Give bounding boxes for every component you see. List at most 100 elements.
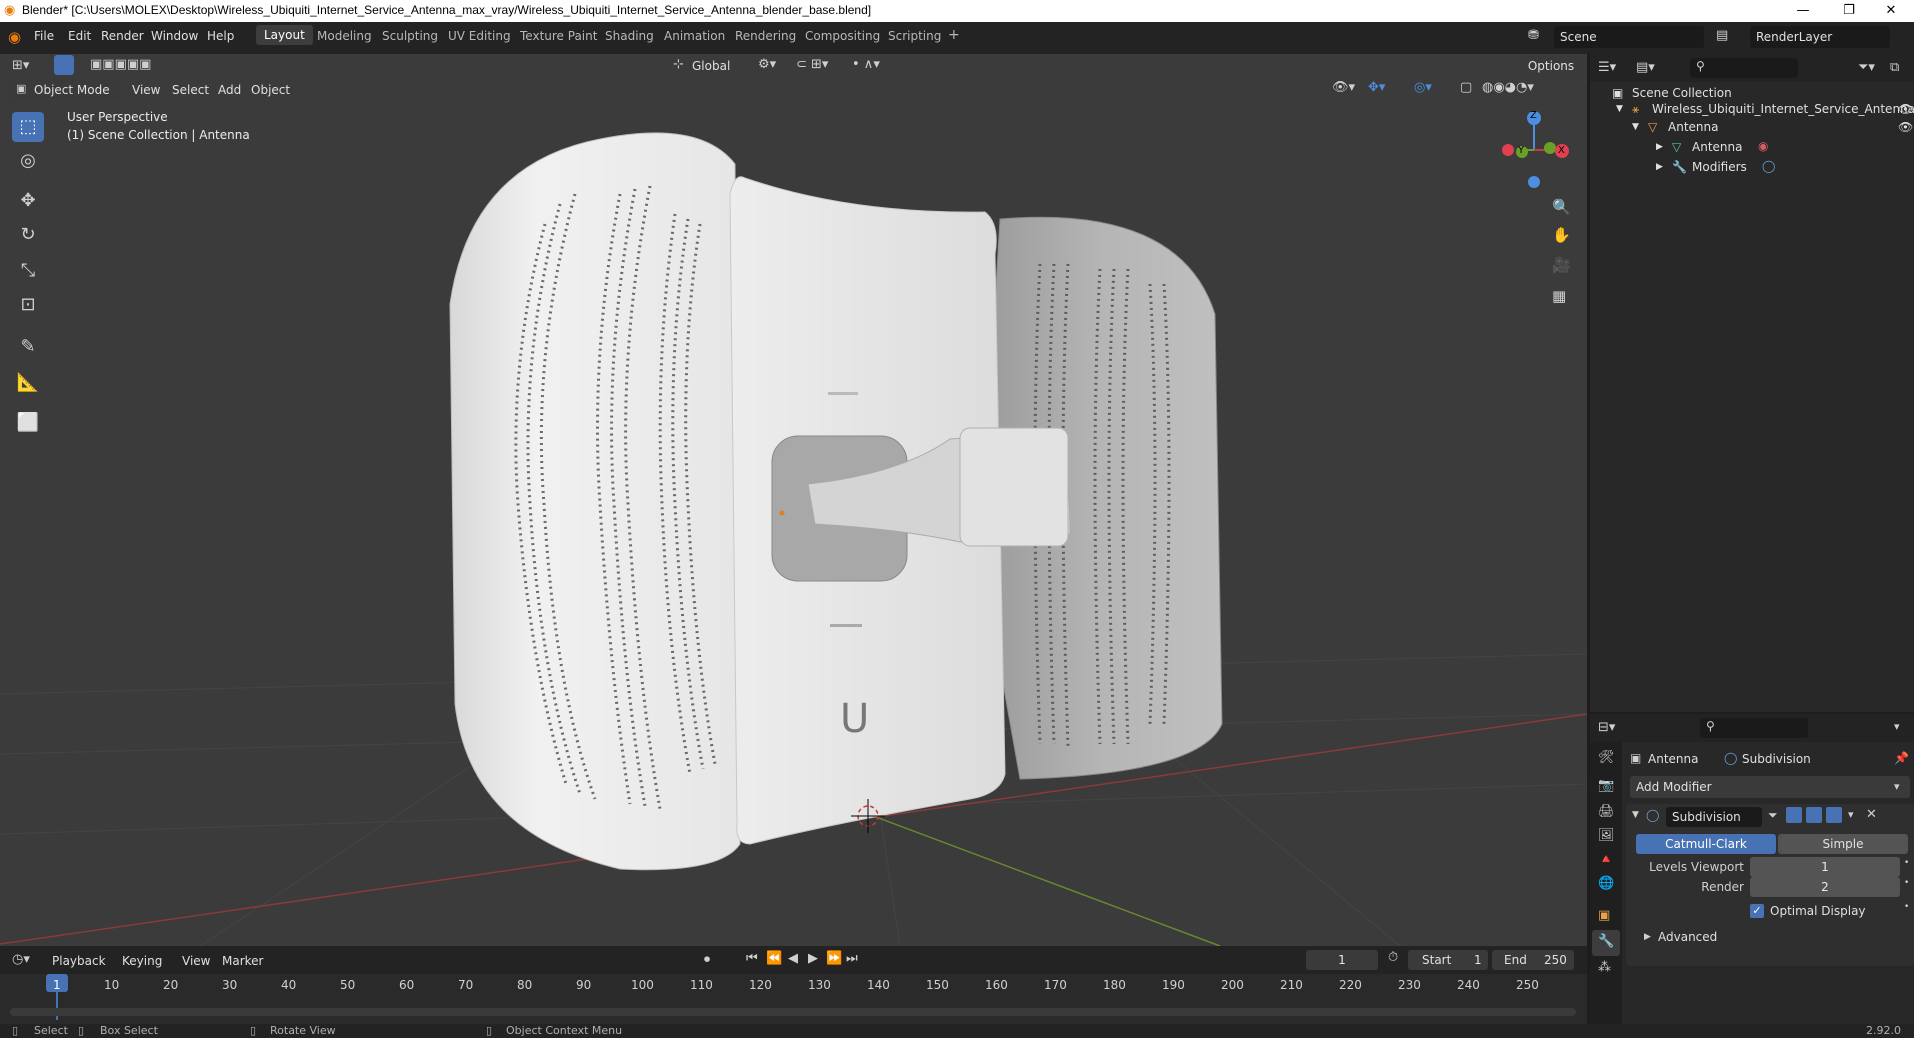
outliner-panel[interactable]: ☰▾ ▤▾ ⚲ ⏷▾ ⧉ ▣ Scene Collection ▼ ⚹ Wire… <box>1590 54 1914 712</box>
pin-icon[interactable]: 📌 <box>1894 751 1909 765</box>
xray-icon[interactable]: ▢ <box>1460 80 1472 95</box>
mode-dropdown[interactable]: ▣ Object Mode <box>10 80 120 100</box>
cage-toggle-icon[interactable] <box>1786 807 1802 823</box>
jump-keyframe-back-icon[interactable]: ⏪ <box>766 951 782 966</box>
pivot-icon[interactable]: ⚙▾ <box>758 57 776 72</box>
timeline-scrollbar[interactable] <box>10 1008 1576 1016</box>
3d-viewport[interactable]: U <box>0 54 1587 946</box>
new-collection-icon[interactable]: ⧉ <box>1890 60 1899 75</box>
end-frame-field[interactable]: End 250 <box>1492 950 1574 970</box>
particles-tab-icon[interactable]: ⁂ <box>1598 960 1611 975</box>
current-frame-field[interactable]: 1 <box>1306 950 1378 970</box>
viewport-toggle-icon[interactable] <box>1806 807 1822 823</box>
menu-render[interactable]: Render <box>101 29 144 43</box>
minimize-button[interactable]: — <box>1780 0 1826 22</box>
menu-file[interactable]: File <box>34 29 54 43</box>
menu-keying[interactable]: Keying <box>122 954 162 968</box>
close-icon[interactable]: ✕ <box>1866 807 1877 822</box>
eye-icon[interactable]: 👁 <box>1898 102 1913 116</box>
options-dropdown[interactable]: Options <box>1519 55 1583 77</box>
proportional-icon[interactable]: • ∧▾ <box>852 57 880 72</box>
tab-uv-editing[interactable]: UV Editing <box>448 29 511 43</box>
editor-type-icon[interactable]: ⊞▾ <box>12 58 29 73</box>
transform-orientation-dropdown[interactable]: Global <box>692 59 730 73</box>
visibility-icon[interactable]: 👁▾ <box>1332 80 1355 95</box>
zoom-icon[interactable]: 🔍 <box>1552 198 1571 216</box>
transform-orientation-icon[interactable]: ⊹ <box>673 57 684 72</box>
output-tab-icon[interactable]: 🖨 <box>1598 804 1615 819</box>
expand-arrow-icon[interactable]: ▼ <box>1632 122 1639 132</box>
perspective-grid-icon[interactable]: ▦ <box>1552 287 1566 305</box>
select-mode-icon[interactable] <box>54 55 74 75</box>
maximize-button[interactable]: ❐ <box>1826 0 1872 22</box>
properties-panel[interactable]: ⊟▾ ⚲ ▾ 🛠 📷 🖨 🖼 🔺 🌐 ▣ 🔧 ⁂ ▣ Antenna ◯ Sub… <box>1590 714 1914 1024</box>
menu-marker[interactable]: Marker <box>222 954 263 968</box>
collapse-arrow-icon[interactable]: ▶ <box>1656 142 1663 152</box>
jump-keyframe-forward-icon[interactable]: ⏩ <box>826 951 842 966</box>
close-button[interactable]: ✕ <box>1868 0 1914 22</box>
navigation-gizmo[interactable]: Z Y X <box>1494 108 1574 188</box>
scene-field[interactable]: Scene <box>1554 26 1704 48</box>
tab-layout[interactable]: Layout <box>256 25 313 45</box>
render-layer-field[interactable]: RenderLayer <box>1750 26 1890 48</box>
play-icon[interactable]: ▶ <box>808 951 818 966</box>
add-cube-tool-icon[interactable]: ⬜ <box>12 408 44 438</box>
scene-tab-icon[interactable]: 🔺 <box>1598 852 1614 867</box>
object-tab-icon[interactable]: ▣ <box>1598 908 1610 923</box>
keyframe-dot-icon[interactable]: • <box>1904 902 1909 912</box>
keyframe-dot-icon[interactable]: • <box>1904 858 1909 868</box>
catmull-clark-button[interactable]: Catmull-Clark <box>1636 834 1776 854</box>
tab-scripting[interactable]: Scripting <box>888 29 941 43</box>
collapse-arrow-icon[interactable]: ▶ <box>1644 932 1651 942</box>
overlay-toggle-icon[interactable]: ◎▾ <box>1414 80 1432 95</box>
tab-rendering[interactable]: Rendering <box>735 29 796 43</box>
outliner-item-antenna-object[interactable]: Antenna <box>1668 120 1718 134</box>
filter-icon[interactable]: ⏷▾ <box>1858 60 1875 75</box>
jump-end-icon[interactable]: ⏭ <box>846 951 858 966</box>
play-reverse-icon[interactable]: ◀ <box>788 951 798 966</box>
menu-help[interactable]: Help <box>207 29 234 43</box>
outliner-search-input[interactable]: ⚲ <box>1690 58 1798 78</box>
outliner-editor-icon[interactable]: ☰▾ <box>1598 60 1616 75</box>
chevron-down-icon[interactable]: ▾ <box>1848 808 1854 821</box>
jump-start-icon[interactable]: ⏮ <box>746 951 758 966</box>
camera-icon[interactable]: 🎥 <box>1552 256 1571 274</box>
menu-view[interactable]: View <box>132 83 160 97</box>
levels-viewport-field[interactable]: 1 <box>1750 857 1900 877</box>
selection-modes-icon[interactable]: ▣▣▣▣▣ <box>90 57 151 72</box>
start-frame-field[interactable]: Start 1 <box>1408 950 1488 970</box>
outliner-item-modifiers[interactable]: Modifiers <box>1692 160 1747 174</box>
chevron-down-icon[interactable]: ▾ <box>1894 720 1900 733</box>
menu-object[interactable]: Object <box>251 83 290 97</box>
rotate-tool-icon[interactable]: ↻ <box>12 220 44 250</box>
scene-icon[interactable]: ⛃ <box>1528 28 1539 43</box>
world-tab-icon[interactable]: 🌐 <box>1598 876 1614 891</box>
tab-animation[interactable]: Animation <box>664 29 725 43</box>
tab-shading[interactable]: Shading <box>605 29 654 43</box>
outliner-item-antenna-mesh[interactable]: Antenna <box>1692 140 1742 154</box>
render-toggle-icon[interactable] <box>1826 807 1842 823</box>
stopwatch-icon[interactable]: ⏱ <box>1388 950 1398 965</box>
measure-tool-icon[interactable]: 📐 <box>12 368 44 398</box>
menu-add[interactable]: Add <box>218 83 241 97</box>
add-modifier-dropdown[interactable]: Add Modifier ▾ <box>1630 776 1910 798</box>
optimal-display-checkbox[interactable]: ✓ <box>1750 904 1764 918</box>
transform-tool-icon[interactable]: ⊡ <box>12 290 44 320</box>
modifier-tab-icon[interactable]: 🔧 <box>1598 934 1614 949</box>
tool-tab-icon[interactable]: 🛠 <box>1598 750 1615 765</box>
modifier-name-input[interactable]: Subdivision <box>1666 807 1762 827</box>
record-icon[interactable]: ⏺ <box>704 952 710 967</box>
blender-menu-icon[interactable]: ◉ <box>8 28 21 46</box>
render-levels-field[interactable]: 2 <box>1750 877 1900 897</box>
add-workspace-button[interactable]: + <box>948 27 960 43</box>
shading-modes-icon[interactable]: ◍◉◕◔▾ <box>1482 80 1534 95</box>
menu-edit[interactable]: Edit <box>68 29 91 43</box>
properties-search-input[interactable]: ⚲ <box>1700 718 1808 738</box>
menu-select[interactable]: Select <box>172 83 209 97</box>
expand-arrow-icon[interactable]: ▼ <box>1616 104 1623 114</box>
view-layer-tab-icon[interactable]: 🖼 <box>1598 828 1615 843</box>
move-tool-icon[interactable]: ✥ <box>12 186 44 216</box>
timeline-editor-icon[interactable]: ◷▾ <box>12 952 30 967</box>
properties-editor-icon[interactable]: ⊟▾ <box>1598 720 1615 735</box>
snap-icon[interactable]: ⊂ ⊞▾ <box>796 57 828 72</box>
